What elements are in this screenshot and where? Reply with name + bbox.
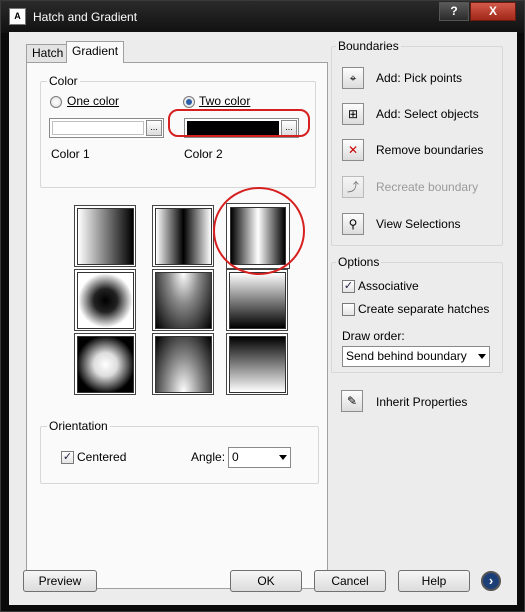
- tab-gradient[interactable]: Gradient: [66, 41, 125, 63]
- gradient-inv-cylinder[interactable]: [226, 203, 290, 269]
- orientation-group-title: Orientation: [47, 419, 110, 433]
- separate-hatches-checkbox[interactable]: [342, 303, 355, 316]
- two-color-label[interactable]: Two color: [199, 94, 250, 108]
- options-group-title: Options: [336, 255, 382, 269]
- gradient-hemispherical[interactable]: [152, 269, 214, 331]
- centered-checkbox[interactable]: ✓: [61, 451, 74, 464]
- one-color-label[interactable]: One color: [67, 94, 119, 108]
- chevron-down-icon: [279, 455, 287, 460]
- color2-label: Color 2: [184, 147, 223, 161]
- angle-label: Angle:: [191, 450, 226, 464]
- gradient-cylinder[interactable]: [152, 205, 214, 267]
- separate-hatches-label[interactable]: Create separate hatches: [358, 302, 489, 316]
- recreate-boundary-label: Recreate boundary: [376, 180, 479, 194]
- gradient-inv-cylinder-preview: [230, 207, 286, 265]
- boundaries-group-title: Boundaries: [336, 39, 401, 53]
- pick-points-icon[interactable]: ⌖: [342, 67, 364, 89]
- associative-checkbox[interactable]: ✓: [342, 280, 355, 293]
- color1-browse-button[interactable]: ...: [146, 120, 162, 136]
- color1-swatch[interactable]: ...: [49, 118, 164, 138]
- gradient-inv-hemispherical-preview: [155, 336, 212, 393]
- add-pick-points-label[interactable]: Add: Pick points: [376, 71, 462, 85]
- color1-label: Color 1: [51, 147, 90, 161]
- boundaries-group: Boundaries ⌖ Add: Pick points ⊞ Add: Sel…: [331, 39, 503, 246]
- color2-fill: [187, 121, 279, 135]
- angle-value: 0: [232, 450, 239, 464]
- draw-order-dropdown[interactable]: Send behind boundary: [342, 346, 490, 367]
- gradient-inv-hemispherical[interactable]: [152, 333, 214, 395]
- color-group-title: Color: [47, 74, 80, 88]
- inherit-properties-icon[interactable]: ✎: [341, 390, 363, 412]
- two-color-text: Two color: [199, 94, 251, 108]
- color2-browse-button[interactable]: ...: [281, 120, 297, 136]
- more-options-button[interactable]: ›: [481, 571, 501, 591]
- help-button[interactable]: Help: [398, 570, 470, 592]
- orientation-group: Orientation ✓ Centered Angle: 0: [40, 419, 319, 484]
- dialog-client-area: Hatch Gradient Color One color Two color…: [9, 32, 517, 605]
- gradient-inv-spherical-preview: [77, 336, 134, 393]
- centered-label[interactable]: Centered: [77, 450, 126, 464]
- preview-button[interactable]: Preview: [23, 570, 97, 592]
- tab-hatch[interactable]: Hatch: [26, 44, 70, 62]
- add-select-objects-label[interactable]: Add: Select objects: [376, 107, 479, 121]
- angle-dropdown[interactable]: 0: [228, 447, 291, 468]
- gradient-inv-curved-preview: [229, 336, 286, 393]
- title-help-button[interactable]: ?: [439, 2, 469, 21]
- title-bar[interactable]: A Hatch and Gradient ? X: [1, 1, 524, 33]
- gradient-linear-preview: [77, 208, 134, 265]
- hatch-gradient-dialog: A Hatch and Gradient ? X Hatch Gradient …: [0, 0, 525, 612]
- ok-button[interactable]: OK: [230, 570, 302, 592]
- gradient-tab-panel: Color One color Two color ... ... Color …: [26, 62, 328, 589]
- chevron-down-icon: [478, 354, 486, 359]
- title-close-button[interactable]: X: [470, 2, 516, 21]
- gradient-spherical[interactable]: [74, 269, 136, 331]
- gradient-curved[interactable]: [226, 269, 288, 331]
- one-color-radio[interactable]: [50, 96, 62, 108]
- inherit-properties-label[interactable]: Inherit Properties: [376, 395, 467, 409]
- gradient-cylinder-preview: [155, 208, 212, 265]
- color-group: Color One color Two color ... ... Color …: [40, 74, 316, 188]
- gradient-inv-curved[interactable]: [226, 333, 288, 395]
- associative-label[interactable]: Associative: [358, 279, 419, 293]
- two-color-radio[interactable]: [183, 96, 195, 108]
- draw-order-value: Send behind boundary: [346, 349, 467, 363]
- gradient-curved-preview: [229, 272, 286, 329]
- remove-boundaries-icon[interactable]: ✕: [342, 139, 364, 161]
- draw-order-label: Draw order:: [342, 329, 405, 343]
- gradient-hemispherical-preview: [155, 272, 212, 329]
- color1-fill: [52, 121, 144, 135]
- one-color-text: One color: [67, 94, 120, 108]
- magnifier-icon[interactable]: ⚲: [342, 213, 364, 235]
- select-objects-icon[interactable]: ⊞: [342, 103, 364, 125]
- recreate-boundary-icon: ⤴: [342, 176, 364, 198]
- gradient-spherical-preview: [77, 272, 134, 329]
- autocad-app-icon: A: [9, 8, 26, 25]
- gradient-linear[interactable]: [74, 205, 136, 267]
- cancel-button[interactable]: Cancel: [314, 570, 386, 592]
- window-title: Hatch and Gradient: [33, 10, 138, 24]
- gradient-inv-spherical[interactable]: [74, 333, 136, 395]
- view-selections-label[interactable]: View Selections: [376, 217, 461, 231]
- options-group: Options ✓ Associative Create separate ha…: [331, 255, 503, 373]
- color2-swatch[interactable]: ...: [184, 118, 299, 138]
- remove-boundaries-label[interactable]: Remove boundaries: [376, 143, 483, 157]
